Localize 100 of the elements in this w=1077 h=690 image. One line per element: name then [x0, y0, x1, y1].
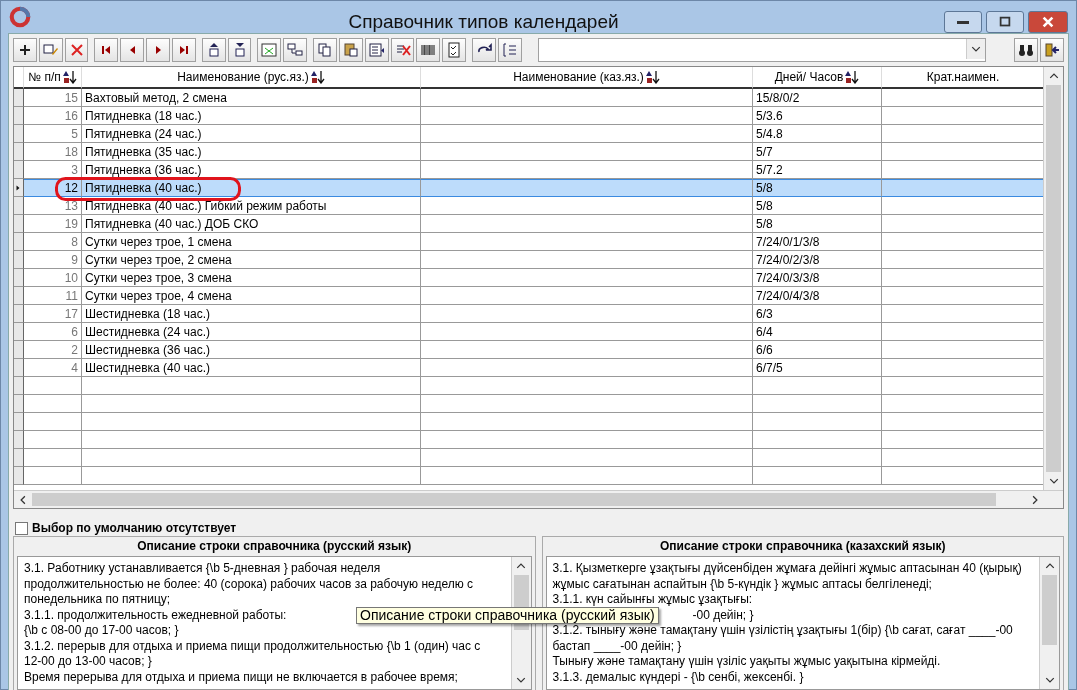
- table-cell: 15/8/0/2: [753, 89, 882, 107]
- row-indicator[interactable]: [14, 431, 24, 449]
- checkbox[interactable]: [15, 521, 28, 535]
- table-cell: [24, 377, 82, 395]
- row-indicator[interactable]: [14, 215, 24, 233]
- row-indicator[interactable]: [14, 287, 24, 305]
- table-cell: 10: [24, 269, 82, 287]
- table-cell: [24, 395, 82, 413]
- table-cell: [24, 431, 82, 449]
- scrollbar[interactable]: [1043, 67, 1063, 490]
- toolbar-button[interactable]: [227, 38, 252, 62]
- maximize-icon: [998, 15, 1012, 29]
- row-indicator[interactable]: [14, 161, 24, 179]
- table-cell: 6/6: [753, 341, 882, 359]
- row-indicator[interactable]: [14, 143, 24, 161]
- table-cell: Пятидневка (36 час.): [82, 161, 421, 179]
- row-indicator[interactable]: [14, 341, 24, 359]
- table-cell: 4: [24, 359, 82, 377]
- find-button[interactable]: [1014, 38, 1039, 62]
- barcode-icon: [420, 42, 437, 58]
- scroll-right-icon: [1030, 495, 1040, 505]
- search-combo[interactable]: [537, 38, 987, 62]
- toolbar-button[interactable]: [201, 38, 226, 62]
- toolbar-button[interactable]: [13, 38, 37, 62]
- row-indicator[interactable]: [14, 449, 24, 467]
- row-indicator[interactable]: [14, 125, 24, 143]
- description-line: Тынығу және тамақтану үшін үзіліс уақыты жұмыс уақытына кірмейді.: [552, 654, 941, 670]
- table-cell: Шестидневка (40 час.): [82, 359, 421, 377]
- paste-icon: [342, 42, 359, 58]
- table-cell: Сутки через трое, 3 смена: [82, 269, 421, 287]
- binoculars-icon: [1018, 42, 1035, 58]
- table-cell: Шестидневка (18 час.): [82, 305, 421, 323]
- sort-icon[interactable]: [845, 70, 860, 84]
- row-indicator[interactable]: [14, 179, 24, 197]
- description-line: понедельника по пятницу;: [24, 592, 171, 608]
- row-indicator[interactable]: [14, 395, 24, 413]
- sort-icon[interactable]: [310, 70, 325, 84]
- row-indicator[interactable]: [14, 233, 24, 251]
- row-indicator[interactable]: [14, 305, 24, 323]
- dropdown-caret-icon: [971, 44, 982, 54]
- scroll-thumb[interactable]: [1046, 85, 1061, 472]
- column-header[interactable]: Дней/ Часов: [753, 67, 882, 89]
- delete-icon: [68, 42, 85, 58]
- row-indicator[interactable]: [14, 197, 24, 215]
- toolbar-button[interactable]: [472, 38, 496, 62]
- toolbar-button[interactable]: [94, 38, 119, 62]
- previous-icon: [128, 45, 136, 55]
- description-line: -00 дейін; }: [692, 607, 754, 623]
- dropdown-button[interactable]: [966, 39, 986, 59]
- column-header[interactable]: Наименование (рус.яз.): [82, 67, 421, 89]
- table-cell: 13: [24, 197, 82, 215]
- table-cell: 9: [24, 251, 82, 269]
- table-cell: 5/7.2: [753, 161, 882, 179]
- scroll-up-icon: [1048, 71, 1059, 81]
- table-cell: 5/8: [753, 197, 882, 215]
- maximize-button[interactable]: [986, 11, 1024, 33]
- row-indicator[interactable]: [14, 89, 24, 107]
- description-line: 12-00 до 13-00 часов; }: [24, 654, 152, 670]
- horizontal-scrollbar[interactable]: [14, 490, 1063, 508]
- table-cell: Шестидневка (36 час.): [82, 341, 421, 359]
- row-indicator[interactable]: [14, 251, 24, 269]
- description-line: 3.1.1. продолжительность ежедневной работы:: [24, 607, 287, 623]
- tooltip: Описание строки справочника (русский язык): [356, 607, 659, 624]
- table-cell: Сутки через трое, 4 смена: [82, 287, 421, 305]
- scroll-down-icon: [1048, 476, 1059, 486]
- row-indicator[interactable]: [14, 107, 24, 125]
- table-cell: 7/24/0/4/3/8: [753, 287, 882, 305]
- table-cell: 11: [24, 287, 82, 305]
- close-button[interactable]: [1028, 11, 1068, 33]
- toolbar-button[interactable]: [416, 38, 441, 62]
- table-cell: 2: [24, 341, 82, 359]
- toolbar-button[interactable]: [171, 38, 196, 62]
- row-indicator[interactable]: [14, 269, 24, 287]
- table-cell: [24, 413, 82, 431]
- description-line: 3.1.2. перерыв для отдыха и приема пищи продолжительностью {\b 1 (один) час с: [24, 638, 481, 654]
- row-indicator[interactable]: [14, 467, 24, 485]
- toolbar-button[interactable]: [442, 38, 467, 62]
- row-indicator[interactable]: [14, 377, 24, 395]
- column-header[interactable]: № п/п: [24, 67, 82, 89]
- table-cell: 19: [24, 215, 82, 233]
- column-header[interactable]: Наименование (каз.яз.): [421, 67, 753, 89]
- exit-button[interactable]: [1040, 38, 1064, 62]
- table-cell: 15: [24, 89, 82, 107]
- table-cell: Сутки через трое, 1 смена: [82, 233, 421, 251]
- scrollbar[interactable]: [1039, 557, 1059, 689]
- row-indicator[interactable]: [14, 323, 24, 341]
- toolbar-button[interactable]: [120, 38, 145, 62]
- sort-icon[interactable]: [62, 70, 77, 84]
- row-indicator[interactable]: [14, 359, 24, 377]
- close-icon: [1041, 15, 1055, 29]
- scroll-thumb[interactable]: [32, 493, 996, 506]
- row-indicator[interactable]: [14, 413, 24, 431]
- toolbar-button[interactable]: [146, 38, 170, 62]
- table-cell: 16: [24, 107, 82, 125]
- sort-icon[interactable]: [645, 70, 660, 84]
- minimize-button[interactable]: [944, 11, 982, 33]
- panel-title: Описание строки справочника (русский язык): [136, 538, 413, 555]
- scroll-thumb[interactable]: [1042, 575, 1057, 645]
- description-line: 3.1.3. демалыс күндері - {\b сенбі, жексенбі. }: [552, 669, 804, 685]
- table-cell: Пятидневка (35 час.): [82, 143, 421, 161]
